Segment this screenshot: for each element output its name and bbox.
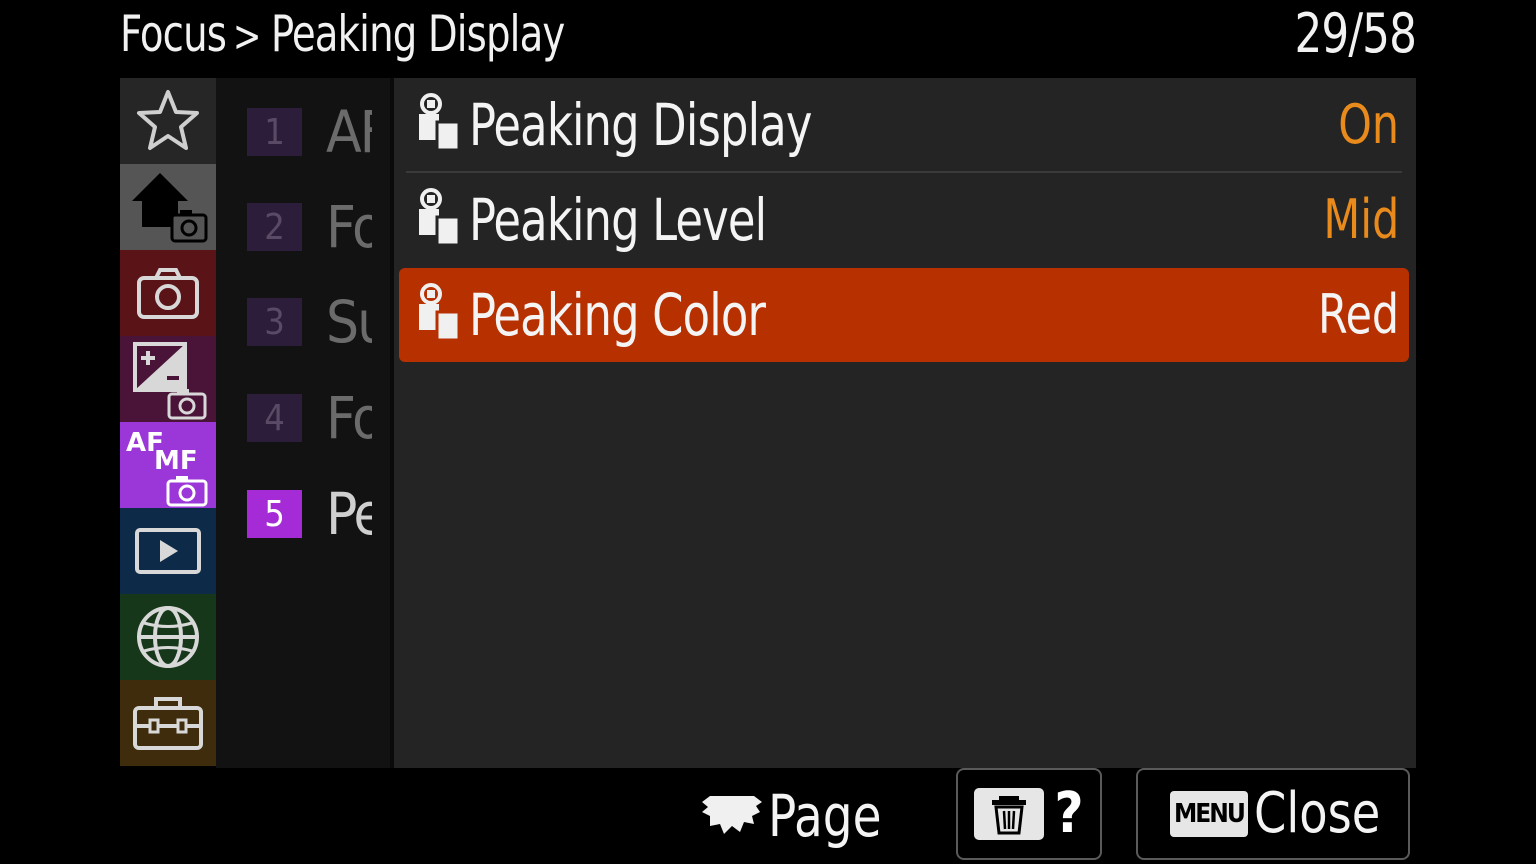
subpage-item-3[interactable]: 3 Su	[216, 274, 390, 370]
tab-exposure-color[interactable]	[120, 336, 216, 422]
menu-item-value: Red	[1317, 283, 1399, 346]
trash-icon	[974, 788, 1045, 840]
tab-focus[interactable]: AF MF	[120, 422, 216, 508]
subpage-label: Su	[326, 288, 372, 356]
home-camera-icon	[132, 173, 208, 243]
subpage-number: 5	[247, 490, 302, 538]
subpage-number: 4	[247, 394, 302, 442]
subpage-number: 3	[247, 298, 302, 346]
breadcrumb-parent: Focus	[120, 5, 227, 63]
footer: Page ? MENU Close	[0, 768, 1536, 864]
tab-playback[interactable]	[120, 508, 216, 594]
star-icon	[137, 90, 199, 150]
delete-help-button[interactable]: ?	[956, 768, 1102, 860]
focus-setting-icon	[419, 93, 461, 152]
subpage-label: AF	[326, 98, 372, 166]
toolbox-icon	[133, 697, 203, 750]
subpage-list: 1 AF 2 Fo 3 Su 4 Fo 5 Pe	[216, 78, 390, 768]
camera-icon	[137, 268, 199, 319]
menu-item-list: Peaking Display On Peaking Level Mid Pea…	[394, 78, 1416, 768]
subpage-label: Fo	[326, 193, 372, 261]
mf-label: MF	[154, 446, 198, 476]
header: Focus > Peaking Display 29/58	[120, 0, 1417, 76]
menu-item-value: On	[1338, 93, 1399, 156]
subpage-number: 2	[247, 203, 302, 251]
focus-setting-icon	[419, 188, 461, 247]
subpage-item-1[interactable]: 1 AF	[216, 84, 390, 180]
menu-key-icon: MENU	[1170, 791, 1248, 837]
menu-item-label: Peaking Level	[469, 186, 767, 254]
globe-icon	[137, 606, 199, 668]
page-label: Page	[768, 782, 882, 850]
playback-icon	[135, 528, 201, 574]
tab-shooting[interactable]	[120, 250, 216, 336]
subpage-item-2[interactable]: 2 Fo	[216, 179, 390, 275]
menu-item-label: Peaking Display	[469, 91, 812, 159]
menu-item-peaking-display[interactable]: Peaking Display On	[399, 78, 1409, 172]
subpage-label: Fo	[326, 384, 372, 452]
subpage-number: 1	[247, 108, 302, 156]
page-count: 29/58	[1294, 2, 1417, 65]
category-tab-rail: AF MF	[120, 78, 216, 768]
menu-item-peaking-color[interactable]: Peaking Color Red	[399, 268, 1409, 362]
breadcrumb: Focus > Peaking Display	[120, 4, 565, 67]
exposure-camera-icon	[133, 342, 207, 420]
breadcrumb-separator: >	[232, 11, 262, 62]
subpage-item-4[interactable]: 4 Fo	[216, 370, 390, 466]
tab-setup[interactable]	[120, 680, 216, 766]
tab-main[interactable]	[120, 164, 216, 250]
subpage-label: Pe	[326, 480, 372, 548]
close-label: Close	[1253, 781, 1381, 846]
tab-network[interactable]	[120, 594, 216, 680]
tab-my-menu[interactable]	[120, 78, 216, 164]
subpage-item-5[interactable]: 5 Pe	[216, 466, 390, 562]
af-mf-camera-icon: AF MF	[126, 428, 208, 507]
menu-item-value: Mid	[1323, 188, 1399, 251]
close-button[interactable]: MENU Close	[1136, 768, 1410, 860]
help-label: ?	[1054, 781, 1084, 846]
focus-setting-icon	[419, 283, 461, 342]
page-title: Peaking Display	[270, 5, 565, 63]
page-hint[interactable]: Page	[700, 784, 894, 848]
menu-item-peaking-level[interactable]: Peaking Level Mid	[399, 173, 1409, 267]
menu-item-label: Peaking Color	[469, 281, 766, 349]
control-wheel-icon	[702, 796, 762, 834]
